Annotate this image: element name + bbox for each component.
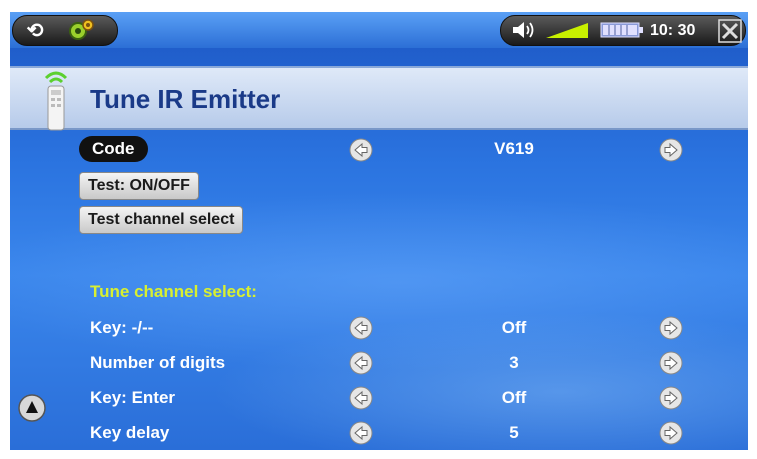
arrow-right-icon[interactable] — [659, 386, 683, 410]
setting-label: Number of digits — [90, 353, 226, 372]
arrow-right-icon[interactable] — [659, 421, 683, 445]
arrow-right-icon[interactable] — [659, 351, 683, 375]
arrow-left-icon[interactable] — [349, 316, 373, 340]
screen: ⟲ 10: 30 Tune IR Emitter Code V619 Test:… — [10, 12, 748, 450]
test-channel-select-button[interactable]: Test channel select — [79, 206, 244, 234]
setting-value: 5 — [509, 423, 519, 442]
arrow-left-icon[interactable] — [349, 351, 373, 375]
arrow-right-icon[interactable] — [659, 316, 683, 340]
remote-icon — [40, 68, 72, 132]
code-label[interactable]: Code — [79, 136, 148, 162]
page-title: Tune IR Emitter — [90, 84, 281, 114]
section-title: Tune channel select: — [90, 282, 257, 301]
setting-value: Off — [501, 318, 527, 337]
status-bar: ⟲ 10: 30 — [10, 12, 748, 48]
test-on-off-button[interactable]: Test: ON/OFF — [79, 172, 199, 200]
gear-icon[interactable] — [64, 17, 96, 43]
arrow-left-icon[interactable] — [349, 386, 373, 410]
setting-label: Key: Enter — [90, 388, 176, 407]
speaker-icon[interactable] — [510, 20, 538, 40]
arrow-left-icon[interactable] — [349, 421, 373, 445]
arrow-left-icon[interactable] — [349, 138, 373, 162]
setting-value: 3 — [509, 353, 519, 372]
volume-icon[interactable] — [544, 21, 590, 39]
sync-icon[interactable]: ⟲ — [22, 18, 48, 42]
setting-label: Key delay — [90, 423, 170, 442]
setting-label: Key: -/-- — [90, 318, 154, 337]
clock: 10: 30 — [650, 22, 696, 39]
setting-value: Off — [501, 388, 527, 407]
up-icon[interactable] — [18, 394, 46, 422]
arrow-right-icon[interactable] — [659, 138, 683, 162]
battery-icon — [600, 21, 644, 39]
close-icon[interactable] — [718, 19, 742, 43]
code-value: V619 — [494, 139, 534, 158]
